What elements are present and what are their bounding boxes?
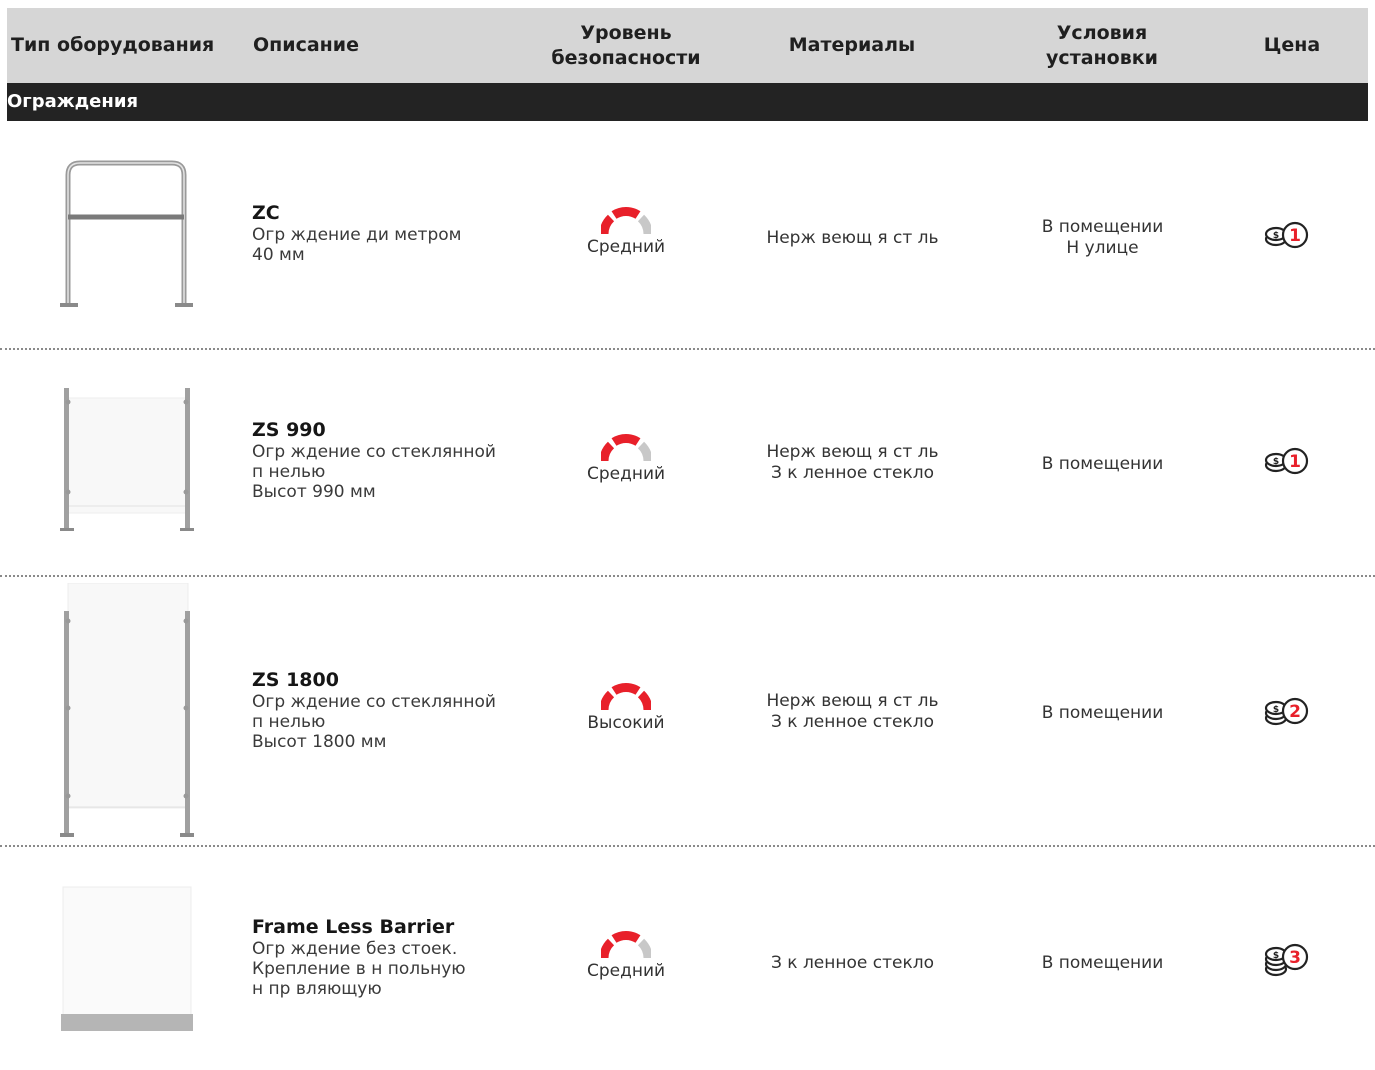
section-bar: Ограждения: [7, 83, 1368, 121]
materials: Нерж веющ я ст ль З к ленное стекло: [735, 691, 970, 733]
security-level: Средний: [576, 929, 676, 981]
product-title: Frame Less Barrier: [252, 916, 455, 938]
table-header: Тип оборудования Описание Уровень безопа…: [7, 8, 1368, 83]
condition-item: В помещении: [1041, 703, 1164, 723]
security-gauge-icon: [601, 683, 651, 711]
conditions: В помещении Н улице: [1000, 217, 1205, 259]
desc-line: Огр ждение со стеклянной: [252, 442, 496, 462]
price-level-number: 1: [1289, 226, 1301, 246]
row-divider: [0, 348, 1375, 350]
product-title: ZS 1800: [252, 669, 339, 691]
price-level: $ 1: [1262, 221, 1310, 255]
header-conditions: Условия установки: [1046, 21, 1158, 69]
materials: Нерж веющ я ст ль: [735, 228, 970, 249]
row-description: ZC Огр ждение ди метром 40 мм: [252, 201, 461, 265]
materials: Нерж веющ я ст ль З к ленное стекло: [735, 442, 970, 484]
security-gauge-icon: [601, 931, 651, 959]
header-type: Тип оборудования: [11, 34, 215, 56]
price-level: $ 1: [1262, 447, 1310, 481]
row-description: ZS 1800 Огр ждение со стеклянной п нелью…: [252, 668, 496, 752]
header-materials: Материалы: [788, 34, 916, 56]
conditions: В помещении: [1000, 454, 1205, 475]
material-item: З к ленное стекло: [770, 463, 935, 483]
material-item: Нерж веющ я ст ль: [766, 691, 939, 711]
price-level: $ 2: [1262, 697, 1310, 731]
conditions: В помещении: [1000, 953, 1205, 974]
material-item: З к ленное стекло: [770, 953, 935, 973]
condition-item: В помещении: [1041, 953, 1164, 973]
product-image-frameless: [48, 885, 198, 1039]
row-divider: [0, 845, 1375, 847]
price-level-number: 1: [1289, 452, 1301, 472]
price-level-number: 3: [1289, 948, 1301, 968]
security-gauge-icon: [601, 207, 651, 235]
svg-text:$: $: [1273, 231, 1279, 241]
product-image-zc: [48, 157, 198, 316]
svg-text:$: $: [1273, 951, 1279, 961]
desc-line: 40 мм: [252, 245, 305, 265]
coins-icon: $ 1: [1264, 221, 1309, 249]
coins-icon: $ 1: [1264, 447, 1309, 475]
product-image-zs1800: [48, 582, 208, 843]
header-security: Уровень безопасности: [551, 21, 701, 69]
security-level: Средний: [576, 205, 676, 257]
desc-line: Огр ждение ди метром: [252, 225, 462, 245]
condition-item: В помещении: [1041, 454, 1164, 474]
desc-line: Крепление в н польную: [252, 959, 466, 979]
row-description: Frame Less Barrier Огр ждение без стоек.…: [252, 915, 466, 999]
product-image-zs990: [48, 388, 208, 537]
desc-line: н пр вляющую: [252, 979, 382, 999]
security-label: Средний: [586, 464, 666, 484]
header-description: Описание: [253, 34, 360, 56]
security-level: Средний: [576, 432, 676, 484]
svg-text:$: $: [1273, 457, 1279, 467]
section-title: Ограждения: [7, 91, 139, 112]
material-item: Нерж веющ я ст ль: [766, 442, 939, 462]
coins-icon: $ 3: [1264, 943, 1309, 977]
desc-line: п нелью: [252, 712, 326, 732]
coins-icon: $ 2: [1264, 697, 1309, 726]
row-description: ZS 990 Огр ждение со стеклянной п нелью …: [252, 418, 496, 502]
condition-item: В помещении: [1041, 217, 1164, 237]
desc-line: п нелью: [252, 462, 326, 482]
desc-line: Огр ждение без стоек.: [252, 939, 458, 959]
security-gauge-icon: [601, 434, 651, 462]
price-level-number: 2: [1289, 702, 1301, 722]
header-price: Цена: [1263, 34, 1321, 56]
materials: З к ленное стекло: [735, 953, 970, 974]
desc-line: Огр ждение со стеклянной: [252, 692, 496, 712]
material-item: Нерж веющ я ст ль: [766, 228, 939, 248]
desc-line: Высот 990 мм: [252, 482, 376, 502]
row-divider: [0, 575, 1375, 577]
product-title: ZS 990: [252, 419, 326, 441]
conditions: В помещении: [1000, 703, 1205, 724]
security-label: Высокий: [587, 713, 665, 733]
security-level: Высокий: [576, 681, 676, 733]
product-title: ZC: [252, 202, 280, 224]
material-item: З к ленное стекло: [770, 712, 935, 732]
condition-item: Н улице: [1066, 238, 1139, 258]
price-level: $ 3: [1262, 943, 1310, 981]
svg-text:$: $: [1273, 705, 1279, 715]
security-label: Средний: [586, 237, 666, 257]
desc-line: Высот 1800 мм: [252, 732, 387, 752]
security-label: Средний: [586, 961, 666, 981]
